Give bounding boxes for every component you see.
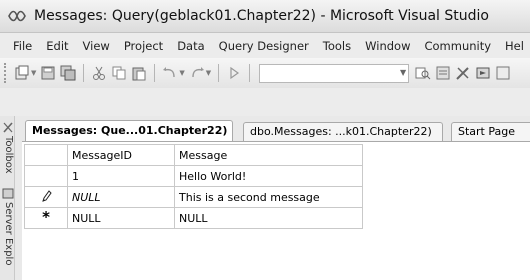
tab-start-page[interactable]: Start Page xyxy=(451,122,530,141)
copy-icon[interactable] xyxy=(110,64,128,82)
toolbar-grip[interactable] xyxy=(4,63,8,83)
table-row: * NULL NULL xyxy=(24,207,363,229)
toolbar-separator xyxy=(154,64,156,82)
grid-cell-messageid[interactable]: NULL xyxy=(67,207,175,229)
menu-help[interactable]: Hel xyxy=(498,39,530,53)
table-row: NULL This is a second message xyxy=(24,186,363,208)
grid-cell-message[interactable]: This is a second message xyxy=(174,186,363,208)
redo-icon[interactable] xyxy=(188,64,206,82)
results-grid-panel: MessageID Message 1 Hello World! NULL Th… xyxy=(22,141,530,280)
document-tabs: Messages: Que...01.Chapter22) dbo.Messag… xyxy=(15,118,530,141)
row-header[interactable] xyxy=(24,186,68,208)
column-header-message[interactable]: Message xyxy=(174,144,363,166)
tab-messages-query[interactable]: Messages: Que...01.Chapter22) xyxy=(25,120,233,141)
toolbar-separator xyxy=(83,64,85,82)
results-grid: MessageID Message 1 Hello World! NULL Th… xyxy=(24,144,363,229)
dropdown-arrow-icon[interactable]: ▼ xyxy=(179,69,184,77)
undo-icon[interactable] xyxy=(161,64,179,82)
new-project-icon[interactable] xyxy=(13,64,31,82)
menu-file[interactable]: File xyxy=(6,39,39,53)
menu-window[interactable]: Window xyxy=(358,39,417,53)
tab-dbo-messages[interactable]: dbo.Messages: ...k01.Chapter22) xyxy=(243,122,443,141)
toolbox-icon[interactable] xyxy=(1,120,14,133)
visual-studio-icon xyxy=(6,8,28,24)
toolbox-tab[interactable]: Toolbox xyxy=(1,136,14,174)
server-explorer-tab-icon[interactable] xyxy=(1,186,14,199)
chevron-down-icon: ▼ xyxy=(400,67,407,77)
table-row: 1 Hello World! xyxy=(24,165,363,187)
server-explorer-tab[interactable]: Server Explo xyxy=(1,202,14,265)
start-debugging-icon[interactable] xyxy=(225,64,243,82)
solution-configuration-combo[interactable]: ▼ xyxy=(259,63,410,83)
menu-view[interactable]: View xyxy=(76,39,117,53)
column-header-messageid[interactable]: MessageID xyxy=(67,144,175,166)
menu-query-designer[interactable]: Query Designer xyxy=(212,39,316,53)
find-in-files-icon[interactable] xyxy=(414,64,432,82)
dropdown-arrow-icon[interactable]: ▼ xyxy=(31,69,36,77)
properties-icon[interactable] xyxy=(434,64,452,82)
row-header[interactable] xyxy=(24,165,68,187)
title-bar: Messages: Query(geblack01.Chapter22) - M… xyxy=(0,0,530,33)
row-header-corner[interactable] xyxy=(24,144,68,166)
server-explorer-icon[interactable] xyxy=(474,64,492,82)
grid-cell-messageid[interactable]: NULL xyxy=(67,186,175,208)
toolbox-tools-icon[interactable] xyxy=(454,64,472,82)
grid-cell-message[interactable]: Hello World! xyxy=(174,165,363,187)
grid-cell-messageid[interactable]: 1 xyxy=(67,165,175,187)
query-designer-toolbar-area xyxy=(0,88,530,116)
object-browser-icon[interactable] xyxy=(494,64,512,82)
asterisk-icon: * xyxy=(42,208,50,226)
menu-edit[interactable]: Edit xyxy=(39,39,75,53)
toolbar-separator xyxy=(249,64,251,82)
row-header[interactable]: * xyxy=(24,207,68,229)
standard-toolbar: ▼ ▼ ▼ ▼ xyxy=(0,58,530,88)
paste-icon[interactable] xyxy=(130,64,148,82)
menu-bar: File Edit View Project Data Query Design… xyxy=(0,33,530,58)
menu-data[interactable]: Data xyxy=(170,39,211,53)
menu-tools[interactable]: Tools xyxy=(316,39,358,53)
save-all-icon[interactable] xyxy=(59,64,77,82)
window-title: Messages: Query(geblack01.Chapter22) - M… xyxy=(34,8,489,24)
save-icon[interactable] xyxy=(39,64,57,82)
toolbar-separator xyxy=(218,64,220,82)
cut-icon[interactable] xyxy=(90,64,108,82)
grid-header-row: MessageID Message xyxy=(24,144,363,166)
dropdown-arrow-icon[interactable]: ▼ xyxy=(206,69,211,77)
menu-project[interactable]: Project xyxy=(117,39,170,53)
grid-cell-message[interactable]: NULL xyxy=(174,207,363,229)
pencil-icon xyxy=(42,189,52,202)
menu-community[interactable]: Community xyxy=(417,39,498,53)
side-rail: Toolbox Server Explo xyxy=(0,116,15,280)
